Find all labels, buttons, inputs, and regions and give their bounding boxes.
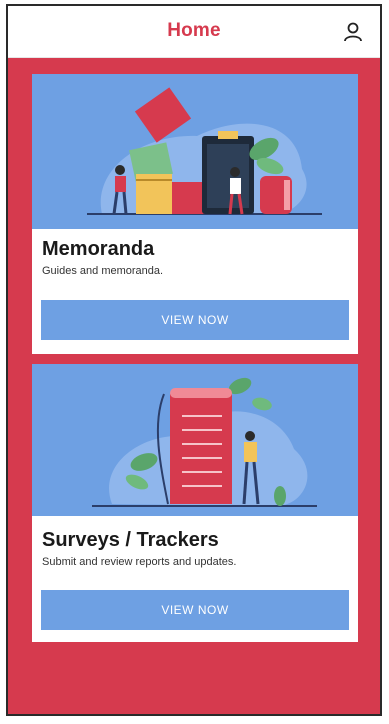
app-screen: Home Memoranda Guides and memoranda. VIE… bbox=[6, 4, 382, 716]
profile-button[interactable] bbox=[340, 19, 366, 45]
user-icon bbox=[344, 22, 362, 42]
memoranda-card[interactable]: Memoranda Guides and memoranda. VIEW NOW bbox=[32, 74, 358, 354]
view-now-button[interactable]: VIEW NOW bbox=[41, 300, 349, 340]
card-description: Submit and review reports and updates. bbox=[42, 556, 237, 568]
view-now-button[interactable]: VIEW NOW bbox=[41, 590, 349, 630]
surveys-illustration bbox=[32, 364, 358, 516]
page-title: Home bbox=[167, 20, 221, 41]
top-bar: Home bbox=[8, 6, 380, 58]
card-description: Guides and memoranda. bbox=[42, 265, 164, 277]
surveys-card[interactable]: Surveys / Trackers Submit and review rep… bbox=[32, 364, 358, 642]
memoranda-illustration bbox=[32, 74, 358, 229]
card-title: Surveys / Trackers bbox=[42, 529, 219, 551]
card-title: Memoranda bbox=[42, 238, 155, 260]
